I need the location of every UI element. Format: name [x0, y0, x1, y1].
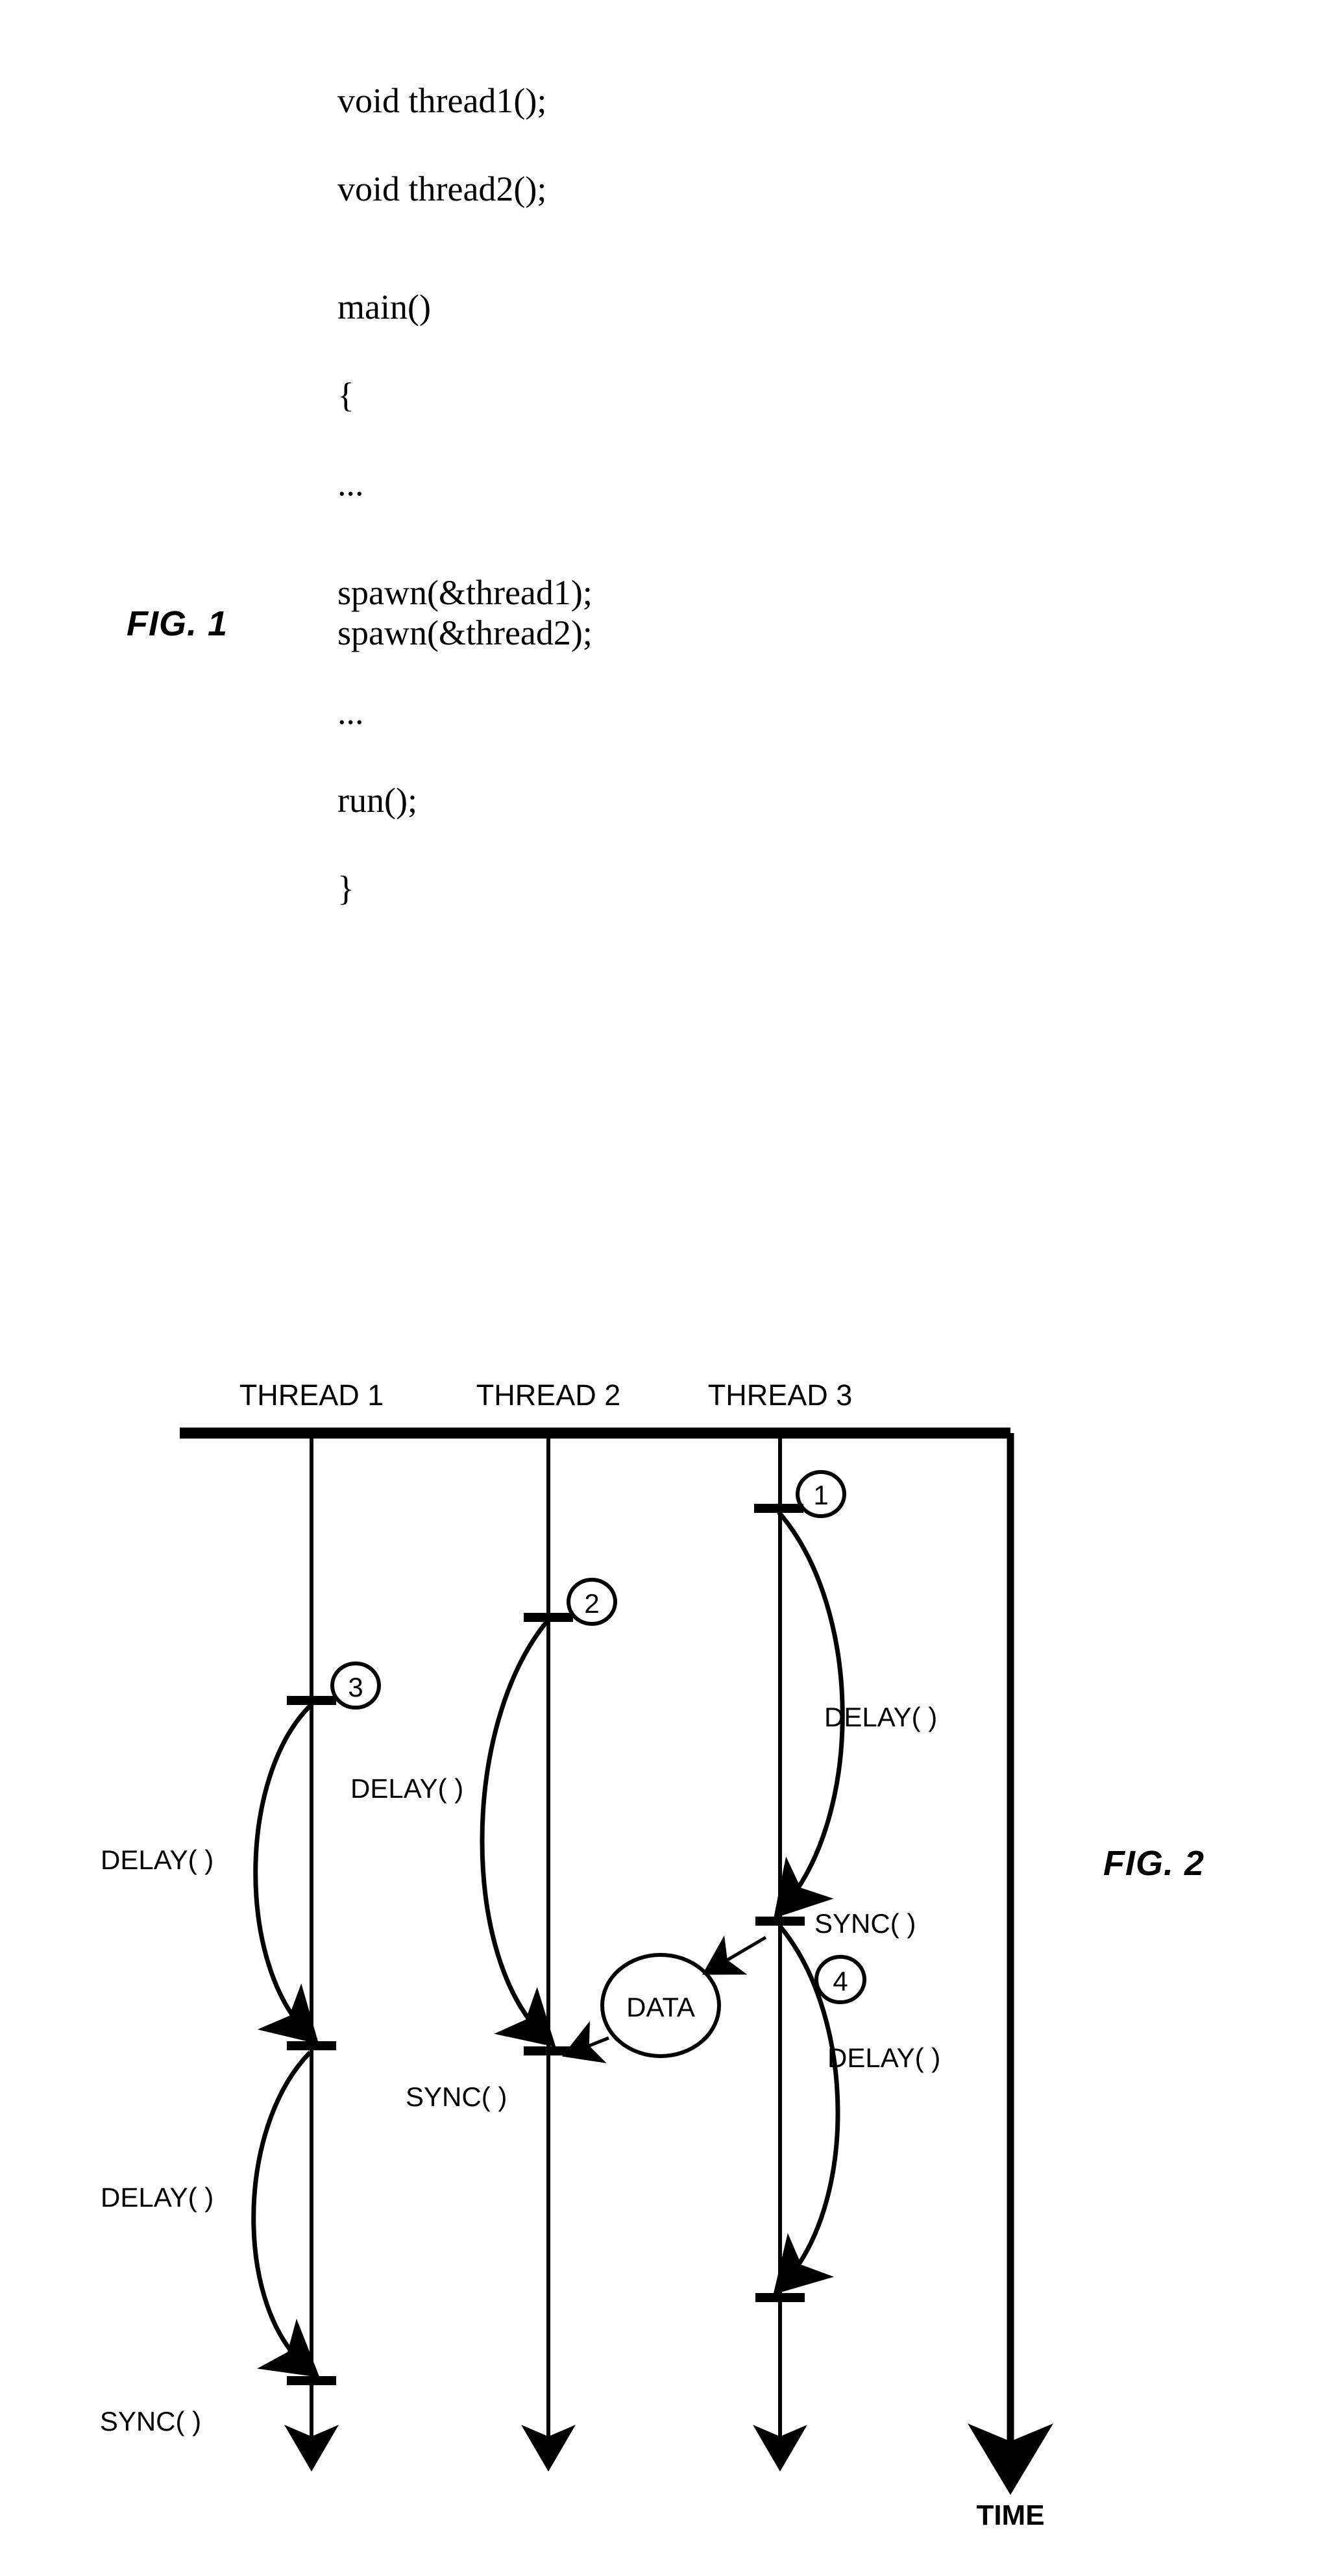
thread-3-delay-label-1: DELAY( )	[824, 1702, 937, 1732]
thread-2-delay-arc-1	[480, 1619, 556, 2048]
thread-1-delay-label-1: DELAY( )	[101, 1845, 214, 1875]
thread-3-sync-label: SYNC( )	[814, 1908, 916, 1939]
data-to-thread-2-arrow	[562, 2020, 609, 2063]
thread-1-sync-label: SYNC( )	[100, 2406, 201, 2436]
thread-1-delay-arc-2	[251, 2050, 320, 2378]
thread-1-delay-arc-1	[253, 1704, 319, 2044]
figure-2-timing-diagram: THREAD 1 THREAD 2 THREAD 3 TIME 1 DELAY(…	[100, 1379, 1053, 2531]
step-marker-1-label: 1	[813, 1480, 828, 1510]
data-bubble-label: DATA	[626, 1992, 695, 2022]
thread-3-header: THREAD 3	[708, 1379, 853, 1412]
time-axis-label: TIME	[976, 2499, 1044, 2531]
step-marker-4-label: 4	[833, 1966, 848, 1996]
thread-3-delay-label-2: DELAY( )	[827, 2042, 940, 2073]
thread-2-sync-label: SYNC( )	[406, 2081, 507, 2112]
step-marker-3-label: 3	[348, 1672, 363, 1702]
thread-1-delay-label-2: DELAY( )	[101, 2182, 214, 2213]
thread-2-delay-label-1: DELAY( )	[350, 1773, 463, 1804]
thread-3-to-data-arrow	[702, 1935, 767, 1975]
thread-3-delay-arc-2	[773, 1924, 840, 2295]
thread-2-header: THREAD 2	[476, 1379, 621, 1412]
step-marker-2-label: 2	[584, 1588, 599, 1619]
thread-1-header: THREAD 1	[239, 1379, 384, 1412]
